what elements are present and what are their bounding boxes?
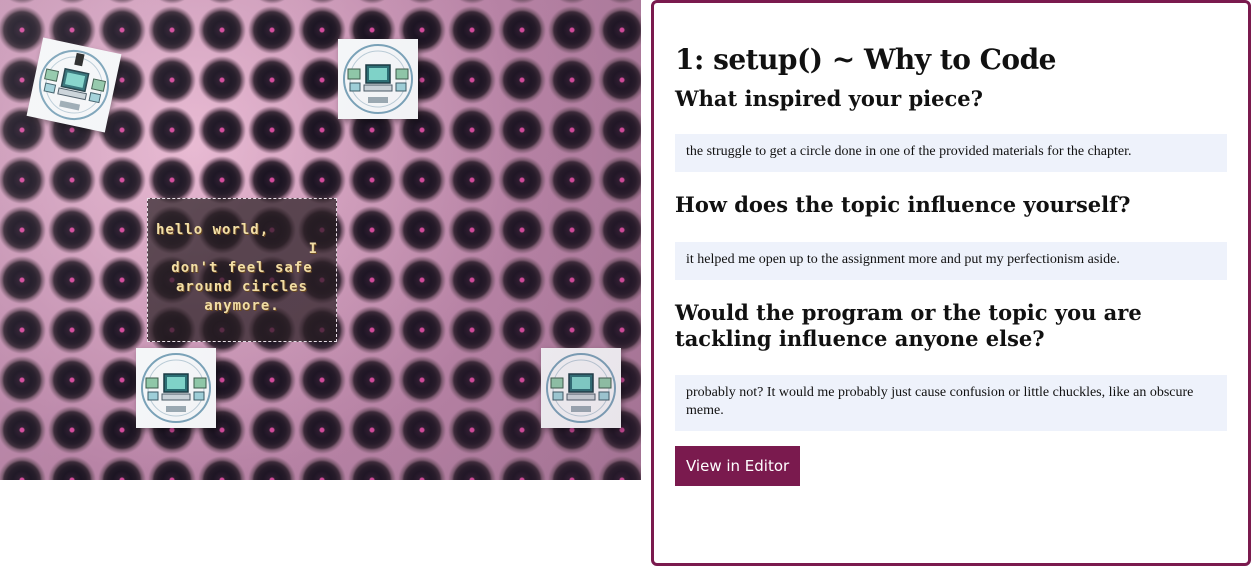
message-line: around circles	[175, 279, 308, 295]
message-line: anymore.	[204, 298, 280, 314]
message-line: don't feel safe	[171, 260, 313, 276]
question-heading: What inspired your piece?	[675, 86, 983, 111]
computer-badge-icon	[26, 37, 122, 133]
sketch-canvas[interactable]: hello world, I don't feel safe around ci…	[0, 0, 641, 480]
answer-text: it helped me open up to the assignment m…	[675, 242, 1227, 280]
answer-text: the struggle to get a circle done in one…	[675, 134, 1227, 172]
question-heading: How does the topic influence yourself?	[675, 192, 1131, 217]
info-card: 1: setup() ~ Why to Code What inspired y…	[651, 0, 1251, 566]
computer-badge-icon	[541, 348, 621, 428]
message-line: I	[308, 241, 318, 257]
page: hello world, I don't feel safe around ci…	[0, 0, 1253, 567]
view-in-editor-button[interactable]: View in Editor	[675, 446, 801, 486]
computer-badge-icon	[338, 39, 418, 119]
sketch-message-box: hello world, I don't feel safe around ci…	[147, 198, 337, 342]
question-heading: Would the program or the topic you are t…	[675, 300, 1142, 351]
answer-text: probably not? It would me probably just …	[675, 375, 1227, 431]
computer-badge-icon	[136, 348, 216, 428]
page-title: 1: setup() ~ Why to Code	[675, 43, 1057, 76]
message-line: hello world,	[156, 222, 270, 238]
